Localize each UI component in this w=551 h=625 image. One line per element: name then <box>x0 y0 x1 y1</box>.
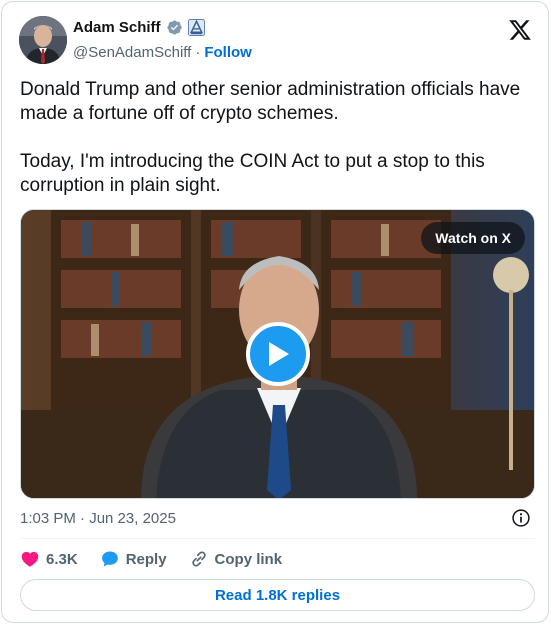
author-handle-row: @SenAdamSchiff · Follow <box>73 44 252 61</box>
x-logo-icon[interactable] <box>508 18 532 42</box>
reply-bubble-icon <box>101 551 118 567</box>
reply-label: Reply <box>125 550 167 568</box>
copy-link-button[interactable]: Copy link <box>189 549 283 569</box>
info-icon[interactable] <box>511 508 531 528</box>
verified-badge-icon[interactable] <box>166 19 183 36</box>
video-player[interactable]: Watch on X <box>20 209 535 499</box>
read-replies-button[interactable]: Read 1.8K replies <box>20 579 535 611</box>
watch-on-x-button[interactable]: Watch on X <box>421 222 525 254</box>
divider <box>20 538 535 539</box>
follow-button[interactable]: Follow <box>204 44 252 61</box>
link-icon <box>191 551 206 567</box>
tweet-card: Adam Schiff @SenAdamSchiff · Follow Dona… <box>1 1 549 623</box>
avatar[interactable] <box>19 16 67 64</box>
avatar-image <box>19 16 67 64</box>
separator-dot: · <box>195 44 201 61</box>
copy-link-label: Copy link <box>214 550 283 568</box>
heart-icon <box>21 551 39 567</box>
like-button[interactable]: 6.3K <box>20 549 78 569</box>
author-handle[interactable]: @SenAdamSchiff <box>73 44 191 61</box>
reply-button[interactable]: Reply <box>100 549 167 569</box>
like-count: 6.3K <box>46 550 78 568</box>
author-name-row: Adam Schiff <box>73 19 205 36</box>
play-icon <box>269 342 289 366</box>
tweet-text: Donald Trump and other senior administra… <box>20 79 521 196</box>
government-badge-icon[interactable] <box>187 19 205 36</box>
action-bar: 6.3K Reply Copy link <box>20 549 304 569</box>
play-button[interactable] <box>246 322 310 386</box>
author-display-name[interactable]: Adam Schiff <box>73 19 161 36</box>
timestamp[interactable]: 1:03 PM · Jun 23, 2025 <box>20 510 176 527</box>
